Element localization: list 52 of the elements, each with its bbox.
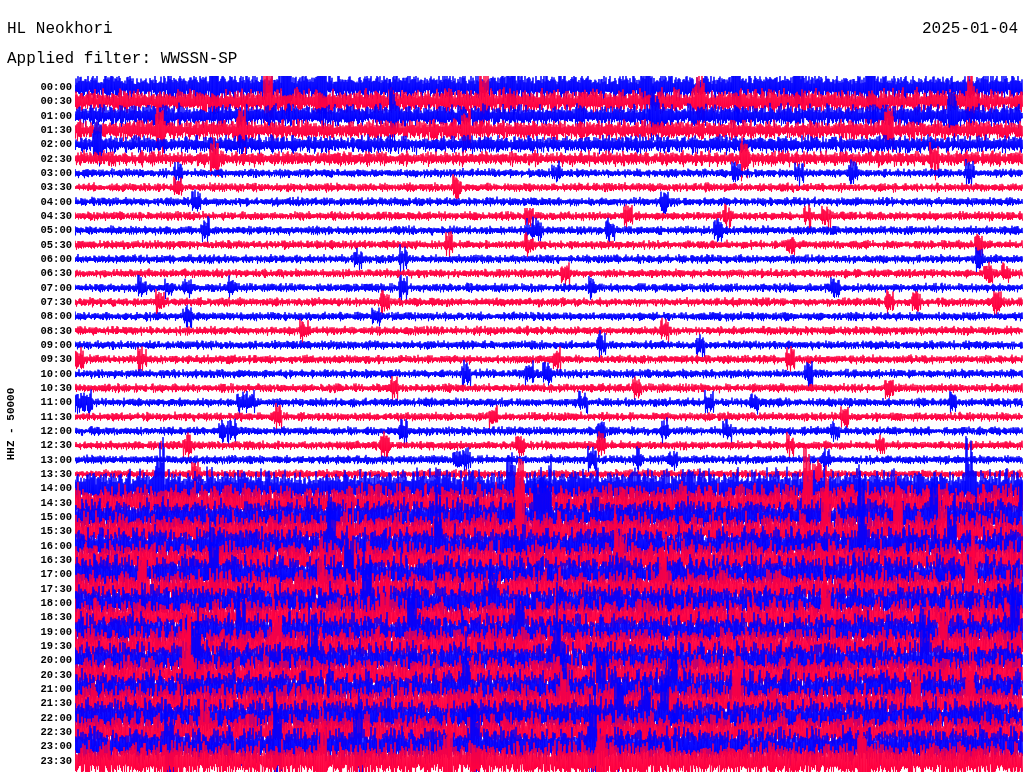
time-label: 19:30: [40, 639, 72, 652]
time-label: 12:30: [40, 439, 72, 452]
time-label: 22:00: [40, 711, 72, 724]
time-label: 14:30: [40, 496, 72, 509]
time-label: 18:00: [40, 596, 72, 609]
time-label: 18:30: [40, 611, 72, 624]
time-label: 00:30: [40, 95, 72, 108]
time-label: 10:00: [40, 367, 72, 380]
time-label: 05:00: [40, 224, 72, 237]
time-label: 03:30: [40, 181, 72, 194]
time-label: 21:30: [40, 697, 72, 710]
channel-label: HHZ - 50000: [5, 387, 17, 461]
time-label: 21:00: [40, 682, 72, 695]
station-title: HL Neokhori: [7, 20, 113, 38]
time-label: 17:00: [40, 568, 72, 581]
time-label: 23:00: [40, 740, 72, 753]
time-label: 04:30: [40, 210, 72, 223]
time-label: 11:00: [40, 396, 72, 409]
time-label: 06:00: [40, 253, 72, 266]
time-label: 22:30: [40, 725, 72, 738]
time-label: 07:00: [40, 281, 72, 294]
time-label: 01:00: [40, 109, 72, 122]
time-label: 12:00: [40, 425, 72, 438]
time-label: 20:00: [40, 654, 72, 667]
time-label: 15:00: [40, 511, 72, 523]
time-label: 15:30: [40, 525, 72, 538]
time-label: 13:30: [40, 468, 72, 480]
time-label: 07:30: [40, 296, 72, 309]
filter-label: Applied filter: WWSSN-SP: [7, 50, 238, 68]
time-label: 01:30: [40, 124, 72, 137]
time-label: 13:00: [40, 453, 72, 466]
time-label: 17:30: [40, 582, 72, 595]
time-label: 08:30: [40, 324, 72, 337]
time-label: 04:00: [40, 195, 72, 208]
time-label: 16:00: [40, 539, 72, 552]
time-label: 09:00: [40, 339, 72, 352]
date-label: 2025-01-04: [922, 20, 1018, 38]
time-label: 08:00: [40, 310, 72, 323]
time-label: 09:30: [40, 353, 72, 366]
time-label: 14:00: [40, 482, 72, 495]
time-label: 11:30: [40, 410, 72, 423]
time-label: 23:30: [40, 754, 72, 767]
time-label: 02:00: [40, 138, 72, 151]
time-label: 20:30: [40, 668, 72, 681]
time-label: 02:30: [40, 152, 72, 165]
time-label: 06:30: [40, 267, 72, 280]
time-label: 10:30: [40, 382, 72, 395]
time-label: 05:30: [40, 238, 72, 251]
time-label: 03:00: [40, 167, 72, 180]
time-label: 19:00: [40, 625, 72, 638]
time-label: 00:00: [40, 81, 72, 94]
time-label: 16:30: [40, 554, 72, 566]
